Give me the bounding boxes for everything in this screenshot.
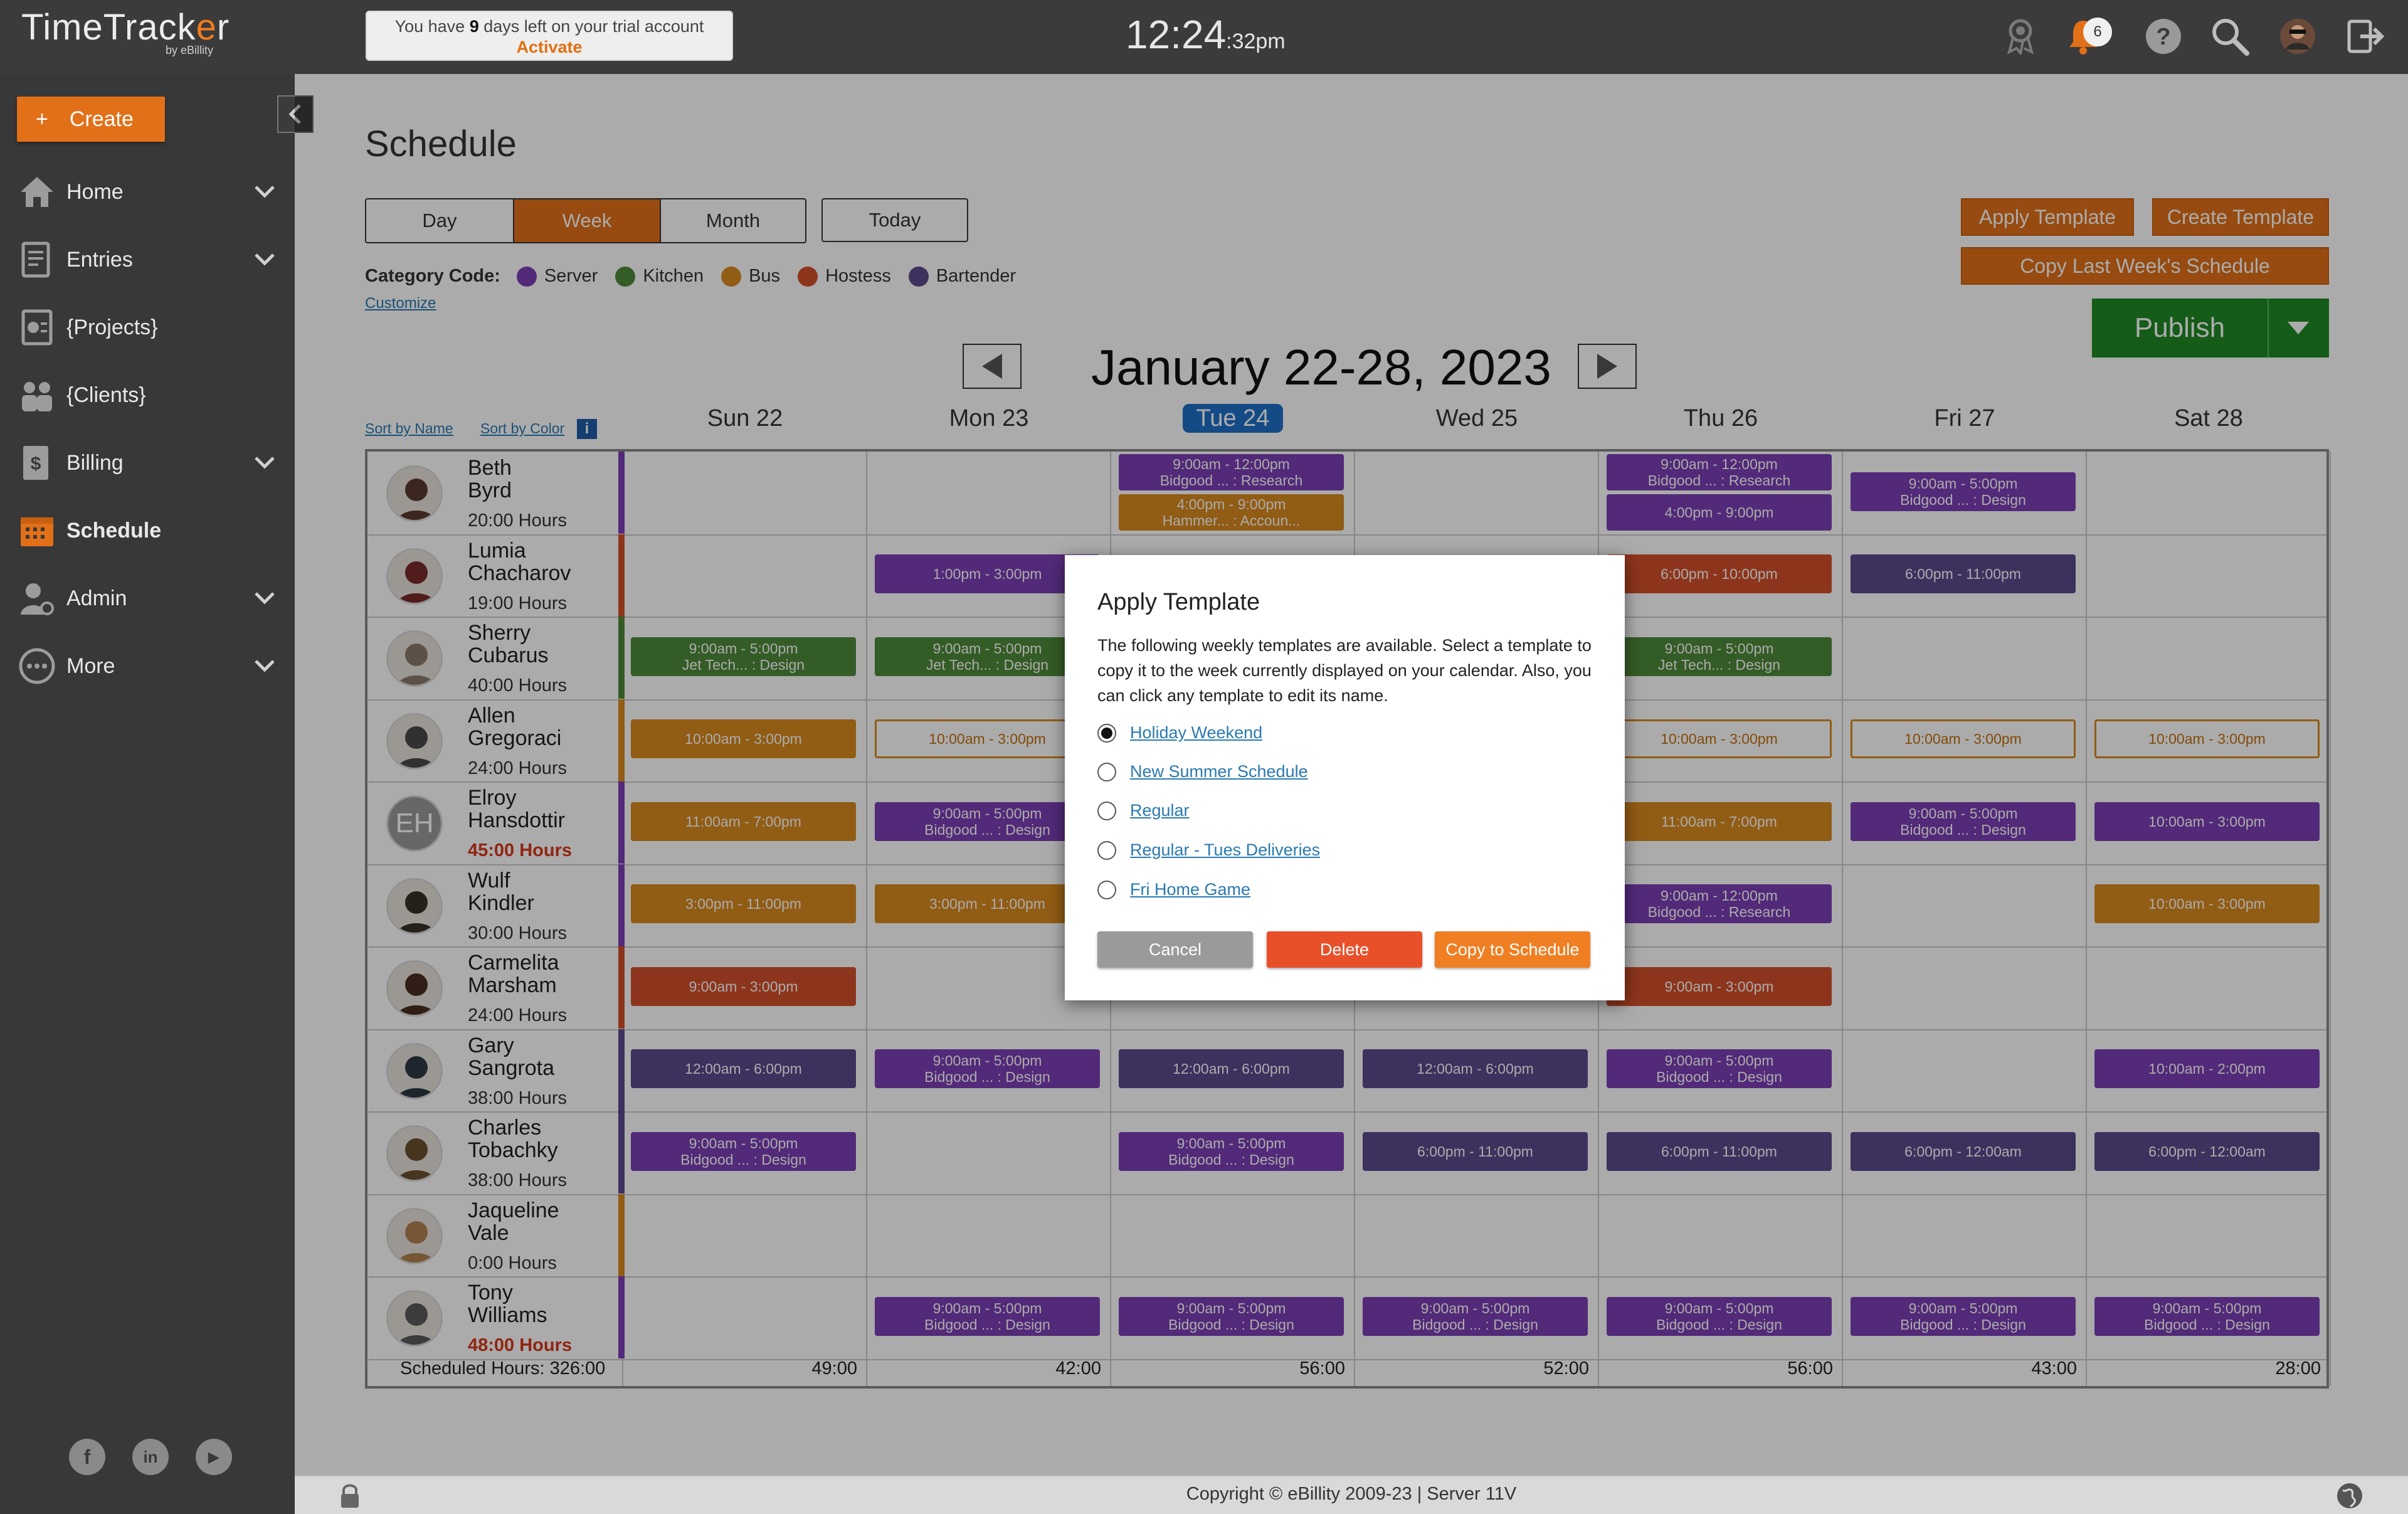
template-option[interactable]: Holiday Weekend <box>1097 723 1262 743</box>
footer: Copyright © eBillity 2009-23 | Server 11… <box>295 1475 2408 1514</box>
chevron-down-icon <box>253 654 276 678</box>
sidebar-item-more[interactable]: More <box>0 635 295 697</box>
radio-selected-icon[interactable] <box>1097 723 1116 743</box>
trial-text: You have 9 days left on your trial accou… <box>394 17 704 36</box>
template-link[interactable]: Regular <box>1130 801 1190 820</box>
globe-icon[interactable] <box>2335 1481 2364 1513</box>
logo-subtitle: by eBillity <box>166 44 214 56</box>
clock: 12:24:32pm <box>1126 12 1286 57</box>
chevron-down-icon <box>253 247 276 272</box>
template-link[interactable]: Fri Home Game <box>1130 880 1250 899</box>
sidebar-item-admin[interactable]: Admin <box>0 567 295 630</box>
dialog-description: The following weekly templates are avail… <box>1097 636 1592 705</box>
sidebar-item-entries[interactable]: Entries <box>0 228 295 291</box>
home-icon <box>15 170 59 214</box>
template-option[interactable]: New Summer Schedule <box>1097 762 1308 781</box>
template-option[interactable]: Fri Home Game <box>1097 880 1250 899</box>
help-icon[interactable]: ? <box>2143 16 2184 56</box>
search-icon[interactable] <box>2210 16 2250 56</box>
sidebar: + Create Home Entries {Projects} {Clients… <box>0 74 295 1514</box>
calendar-icon <box>15 509 59 553</box>
create-button[interactable]: + Create <box>17 97 165 142</box>
radio-icon[interactable] <box>1097 762 1116 781</box>
activate-link[interactable]: Activate <box>367 38 732 57</box>
sidebar-item-billing[interactable]: $ Billing <box>0 431 295 494</box>
radio-icon[interactable] <box>1097 880 1116 899</box>
admin-icon <box>15 576 59 620</box>
user-avatar[interactable] <box>2278 16 2318 56</box>
radio-icon[interactable] <box>1097 840 1116 860</box>
linkedin-icon[interactable]: in <box>132 1439 169 1475</box>
chevron-down-icon <box>253 179 276 204</box>
svg-text:?: ? <box>2156 24 2170 50</box>
svg-text:$: $ <box>31 453 41 474</box>
logout-icon[interactable] <box>2345 16 2385 56</box>
sidebar-item-home[interactable]: Home <box>0 161 295 223</box>
sidebar-item-clients[interactable]: {Clients} <box>0 364 295 426</box>
projects-icon <box>15 305 59 349</box>
plus-icon: + <box>36 107 48 131</box>
more-icon <box>15 644 59 688</box>
clients-icon <box>15 373 59 417</box>
sidebar-item-projects[interactable]: {Projects} <box>0 296 295 359</box>
template-link[interactable]: Regular - Tues Deliveries <box>1130 840 1320 860</box>
copyright-text: Copyright © eBillity 2009-23 | Server 11… <box>1186 1484 1517 1504</box>
top-bar: TimeTracker by eBillity You have 9 days … <box>0 0 2408 74</box>
trial-banner: You have 9 days left on your trial accou… <box>366 11 733 61</box>
app-logo[interactable]: TimeTracker <box>21 6 230 48</box>
template-link[interactable]: Holiday Weekend <box>1130 723 1262 743</box>
sidebar-item-schedule[interactable]: Schedule <box>0 499 295 562</box>
apply-template-dialog: Apply Template The following weekly temp… <box>1065 555 1625 1000</box>
chevron-down-icon <box>253 450 276 475</box>
cancel-button[interactable]: Cancel <box>1097 931 1253 968</box>
social-links: f in ▶ <box>69 1439 232 1475</box>
copy-to-schedule-button[interactable]: Copy to Schedule <box>1435 931 1590 968</box>
billing-icon: $ <box>15 441 59 485</box>
template-option[interactable]: Regular <box>1097 801 1190 820</box>
youtube-icon[interactable]: ▶ <box>196 1439 232 1475</box>
chevron-down-icon <box>253 586 276 610</box>
template-link[interactable]: New Summer Schedule <box>1130 762 1308 781</box>
facebook-icon[interactable]: f <box>69 1439 105 1475</box>
template-option[interactable]: Regular - Tues Deliveries <box>1097 840 1320 860</box>
dialog-title: Apply Template <box>1097 589 1260 615</box>
delete-button[interactable]: Delete <box>1267 931 1422 968</box>
radio-icon[interactable] <box>1097 801 1116 820</box>
entries-icon <box>15 238 59 282</box>
notification-count: 6 <box>2083 18 2112 46</box>
award-icon[interactable] <box>2000 16 2041 56</box>
